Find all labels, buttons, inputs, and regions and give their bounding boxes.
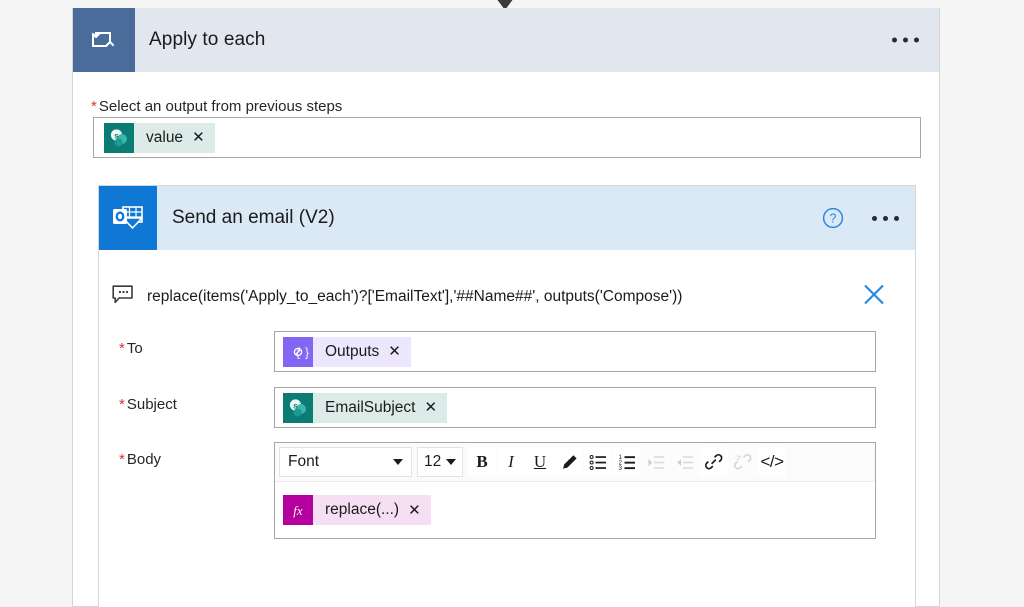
font-family-dropdown[interactable]: Font — [279, 447, 412, 477]
sharepoint-icon: s — [283, 392, 313, 423]
token-text: EmailSubject — [325, 398, 416, 416]
field-row-to: * To { } Outputs ✕ — [99, 331, 915, 372]
field-row-subject: * Subject s EmailSubject ✕ — [99, 387, 915, 428]
select-output-label-text: Select an output from previous steps — [98, 98, 343, 115]
svg-text:fx: fx — [293, 503, 303, 518]
token-label: value ✕ — [134, 122, 215, 153]
code-icon: </> — [760, 452, 784, 471]
to-input[interactable]: { } Outputs ✕ — [274, 331, 876, 372]
token-text: replace(...) — [325, 501, 400, 518]
compose-outputs-icon: { } — [283, 336, 313, 367]
chevron-down-icon — [446, 459, 456, 465]
loop-icon — [73, 8, 135, 72]
unlink-icon — [733, 453, 752, 470]
token-remove-button[interactable]: ✕ — [408, 503, 421, 518]
font-family-value: Font — [288, 453, 320, 470]
numbered-list-button[interactable]: 1 2 3 — [613, 447, 641, 477]
help-circle-icon[interactable]: ? — [822, 207, 844, 229]
italic-button[interactable]: I — [497, 447, 525, 477]
select-output-label: * Select an output from previous steps — [91, 98, 342, 115]
body-rich-text-editor[interactable]: Font 12 B I U 1 2 3 </> fx replace(...) … — [274, 442, 876, 539]
svg-text:s: s — [293, 400, 298, 410]
send-email-overflow-menu[interactable] — [872, 215, 899, 221]
token-email-subject[interactable]: s EmailSubject ✕ — [283, 392, 448, 423]
required-asterisk: * — [119, 340, 125, 357]
subject-input[interactable]: s EmailSubject ✕ — [274, 387, 876, 428]
apply-to-each-header[interactable]: Apply to each — [73, 8, 939, 72]
select-output-input[interactable]: s value ✕ — [93, 117, 921, 158]
svg-text:3: 3 — [618, 466, 622, 472]
body-label-text: Body — [126, 451, 162, 468]
sharepoint-icon: s — [104, 122, 134, 153]
required-asterisk: * — [91, 98, 97, 115]
link-button[interactable] — [700, 447, 728, 477]
font-size-value: 12 — [424, 453, 442, 470]
required-asterisk: * — [119, 396, 125, 413]
outdent-button[interactable] — [671, 447, 699, 477]
expression-row: replace(items('Apply_to_each')?['EmailTe… — [100, 274, 915, 320]
code-view-button[interactable]: </> — [758, 447, 786, 477]
send-email-card: Send an email (V2) ? replace(items('Appl… — [98, 185, 916, 607]
flow-designer-canvas: Apply to each * Select an output from pre… — [0, 0, 1024, 607]
unlink-button[interactable] — [729, 447, 757, 477]
expression-close-button[interactable] — [861, 282, 887, 313]
comment-icon[interactable] — [112, 284, 134, 310]
body-content-area[interactable]: fx replace(...) ✕ — [275, 482, 875, 538]
token-remove-button[interactable]: ✕ — [192, 130, 205, 145]
send-email-title: Send an email (V2) — [172, 207, 335, 228]
font-size-dropdown[interactable]: 12 — [417, 447, 463, 477]
rich-text-toolbar: Font 12 B I U 1 2 3 </> — [275, 443, 875, 482]
bullet-list-button[interactable] — [584, 447, 612, 477]
outlook-icon — [99, 186, 157, 250]
italic-icon: I — [508, 452, 514, 471]
indent-button[interactable] — [642, 447, 670, 477]
apply-to-each-card: Apply to each * Select an output from pre… — [72, 8, 940, 607]
token-label: Outputs ✕ — [313, 336, 411, 367]
required-asterisk: * — [119, 451, 125, 468]
send-email-header[interactable]: Send an email (V2) ? — [99, 186, 915, 250]
to-label-text: To — [126, 340, 143, 357]
svg-text:s: s — [114, 130, 119, 140]
subject-label-text: Subject — [126, 396, 177, 413]
to-label: * To — [99, 331, 274, 357]
token-outputs[interactable]: { } Outputs ✕ — [283, 336, 411, 367]
token-text: value — [146, 128, 184, 146]
bold-button[interactable]: B — [468, 447, 496, 477]
outdent-icon — [677, 455, 693, 469]
expression-text: replace(items('Apply_to_each')?['EmailTe… — [147, 288, 683, 305]
pen-icon — [562, 454, 577, 469]
indent-icon — [648, 455, 664, 469]
chevron-down-icon — [393, 459, 403, 465]
link-icon — [704, 453, 723, 470]
numbered-list-icon: 1 2 3 — [618, 454, 635, 472]
token-label: EmailSubject ✕ — [313, 392, 448, 423]
token-label: replace(...) ✕ — [313, 495, 431, 525]
token-value[interactable]: s value ✕ — [104, 122, 215, 153]
subject-label: * Subject — [99, 387, 274, 413]
apply-to-each-overflow-menu[interactable] — [892, 37, 919, 43]
token-text: Outputs — [325, 342, 380, 360]
highlight-button[interactable] — [555, 447, 583, 477]
token-remove-button[interactable]: ✕ — [388, 344, 401, 359]
underline-icon: U — [533, 452, 547, 471]
apply-to-each-title: Apply to each — [149, 29, 266, 50]
bold-icon: B — [476, 452, 488, 471]
expression-fx-icon: fx — [283, 495, 313, 525]
body-label: * Body — [99, 442, 274, 468]
svg-text:}: } — [305, 347, 309, 359]
token-replace-expression[interactable]: fx replace(...) ✕ — [283, 495, 431, 525]
token-remove-button[interactable]: ✕ — [424, 400, 437, 415]
svg-text:?: ? — [830, 212, 837, 226]
field-row-body: * Body Font 12 B I U 1 2 3 </> fx replac… — [99, 442, 915, 539]
underline-button[interactable]: U — [526, 447, 554, 477]
bullet-list-icon — [589, 454, 606, 470]
